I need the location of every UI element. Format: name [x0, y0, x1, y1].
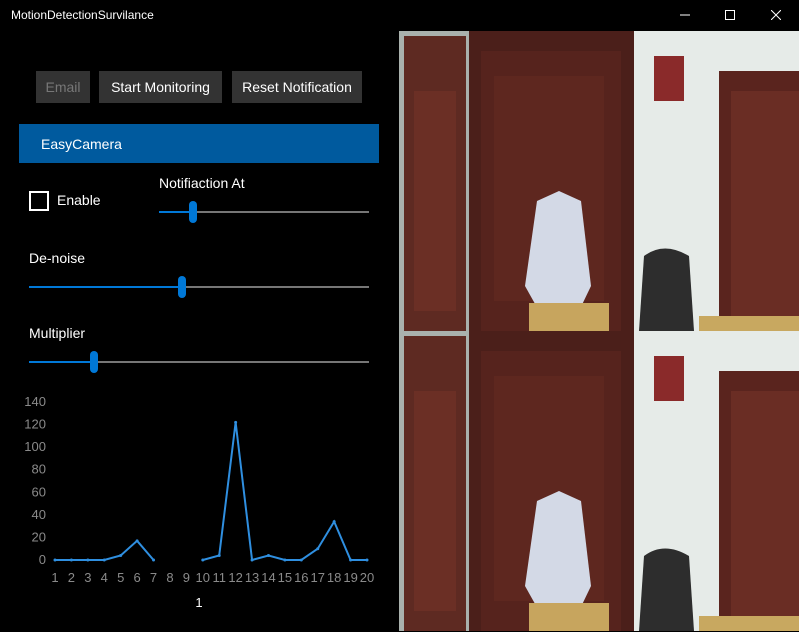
- x-tick-label: 3: [84, 570, 91, 585]
- x-tick-label: 5: [117, 570, 124, 585]
- data-point: [365, 558, 369, 562]
- x-tick-label: 19: [343, 570, 357, 585]
- app-title: MotionDetectionSurvilance: [11, 8, 154, 22]
- x-tick-label: 8: [166, 570, 173, 585]
- minimize-icon: [680, 14, 690, 16]
- slider-thumb[interactable]: [178, 276, 186, 298]
- y-tick-label: 140: [24, 394, 46, 409]
- multiplier-slider[interactable]: [29, 351, 369, 373]
- slider-thumb[interactable]: [188, 201, 197, 223]
- x-tick-label: 20: [360, 570, 374, 585]
- data-point: [102, 558, 106, 562]
- y-tick-label: 0: [39, 552, 46, 567]
- data-point: [119, 553, 123, 557]
- notification-slider[interactable]: [159, 201, 369, 223]
- series-line: [202, 422, 367, 562]
- maximize-button[interactable]: [707, 0, 753, 30]
- data-point: [349, 558, 353, 562]
- y-tick-label: 20: [32, 529, 46, 544]
- x-tick-label: 16: [294, 570, 308, 585]
- data-point: [53, 558, 57, 562]
- data-point: [217, 553, 221, 557]
- data-point: [332, 520, 336, 524]
- slider-thumb[interactable]: [89, 351, 98, 373]
- title-bar: MotionDetectionSurvilance: [0, 0, 799, 30]
- x-tick-label: 17: [311, 570, 325, 585]
- x-tick-label: 13: [245, 570, 259, 585]
- camera-feed-processed: [399, 331, 799, 631]
- data-point: [250, 558, 254, 562]
- data-point: [152, 558, 156, 562]
- data-point: [234, 420, 238, 424]
- data-point: [69, 558, 73, 562]
- x-tick-label: 9: [183, 570, 190, 585]
- y-tick-label: 100: [24, 439, 46, 454]
- x-tick-label: 7: [150, 570, 157, 585]
- data-point: [135, 539, 139, 543]
- data-point: [283, 558, 287, 562]
- slider-fill: [159, 211, 193, 213]
- denoise-slider[interactable]: [29, 276, 369, 298]
- x-tick-label: 1: [51, 570, 58, 585]
- series-line: [55, 539, 155, 561]
- y-tick-label: 80: [32, 462, 46, 477]
- motion-chart: 1401201008060402001 2 3 4 5 6 7 8 9 10 11 12 13 14 15 1…: [24, 394, 374, 610]
- x-tick-label: 15: [278, 570, 292, 585]
- x-axis-label: 1: [195, 595, 202, 610]
- y-tick-label: 60: [32, 484, 46, 499]
- enable-label: Enable: [57, 192, 101, 208]
- maximize-icon: [725, 10, 735, 20]
- denoise-label: De-noise: [29, 250, 86, 266]
- x-tick-label: 14: [261, 570, 275, 585]
- x-tick-label: 4: [101, 570, 108, 585]
- y-tick-label: 120: [24, 417, 46, 432]
- x-tick-label: 18: [327, 570, 341, 585]
- data-point: [266, 553, 270, 557]
- data-point: [299, 558, 303, 562]
- x-tick-label: 10: [196, 570, 210, 585]
- email-button[interactable]: Email: [36, 71, 90, 103]
- data-point: [86, 558, 90, 562]
- x-tick-label: 6: [133, 570, 140, 585]
- camera-list-item[interactable]: EasyCamera: [19, 124, 379, 163]
- x-tick-label: 11: [212, 570, 226, 585]
- reset-notification-button[interactable]: Reset Notification: [232, 71, 362, 103]
- y-tick-label: 40: [32, 507, 46, 522]
- camera-feed-live: [399, 31, 799, 331]
- minimize-button[interactable]: [662, 0, 708, 30]
- multiplier-label: Multiplier: [29, 325, 86, 341]
- x-tick-label: 2: [68, 570, 75, 585]
- data-point: [316, 547, 320, 551]
- notification-label: Notifiaction At: [159, 175, 245, 191]
- close-icon: [771, 10, 781, 20]
- data-point: [201, 558, 205, 562]
- close-button[interactable]: [753, 0, 799, 30]
- start-monitoring-button[interactable]: Start Monitoring: [99, 71, 222, 103]
- x-tick-label: 12: [228, 570, 242, 585]
- slider-fill: [29, 361, 94, 363]
- slider-fill: [29, 286, 182, 288]
- enable-checkbox[interactable]: [29, 191, 49, 211]
- camera-name: EasyCamera: [41, 135, 122, 152]
